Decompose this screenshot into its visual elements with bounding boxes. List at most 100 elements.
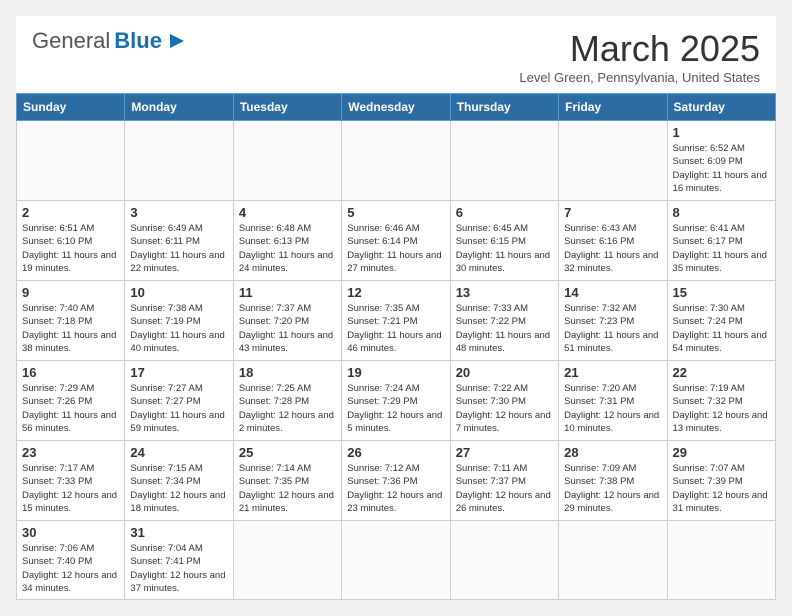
calendar-day-cell: 14 Sunrise: 7:32 AM Sunset: 7:23 PM Dayli…	[559, 281, 667, 361]
calendar-week-row: 23 Sunrise: 7:17 AM Sunset: 7:33 PM Dayli…	[17, 441, 776, 521]
day-number: 23	[22, 445, 119, 460]
weekday-header-monday: Monday	[125, 94, 233, 121]
logo-blue-text: Blue	[114, 28, 162, 54]
weekday-header-wednesday: Wednesday	[342, 94, 450, 121]
day-number: 8	[673, 205, 770, 220]
day-number: 2	[22, 205, 119, 220]
calendar-day-cell: 20Sunrise: 7:22 AM Sunset: 7:30 PM Dayli…	[450, 361, 558, 441]
calendar-day-cell: 26 Sunrise: 7:12 AM Sunset: 7:36 PM Dayli…	[342, 441, 450, 521]
calendar-day-cell: 12Sunrise: 7:35 AM Sunset: 7:21 PM Dayli…	[342, 281, 450, 361]
calendar-day-cell: 17 Sunrise: 7:27 AM Sunset: 7:27 PM Dayli…	[125, 361, 233, 441]
day-info: Sunrise: 7:27 AM Sunset: 7:27 PM Dayligh…	[130, 382, 227, 435]
weekday-header-row: SundayMondayTuesdayWednesdayThursdayFrid…	[17, 94, 776, 121]
calendar-day-cell	[233, 521, 341, 600]
day-info: Sunrise: 7:04 AM Sunset: 7:41 PM Dayligh…	[130, 542, 227, 595]
day-number: 27	[456, 445, 553, 460]
day-number: 25	[239, 445, 336, 460]
calendar-day-cell: 24Sunrise: 7:15 AM Sunset: 7:34 PM Dayli…	[125, 441, 233, 521]
calendar-day-cell	[233, 121, 341, 201]
calendar-day-cell	[342, 121, 450, 201]
day-number: 1	[673, 125, 770, 140]
day-info: Sunrise: 7:20 AM Sunset: 7:31 PM Dayligh…	[564, 382, 661, 435]
calendar-day-cell	[559, 521, 667, 600]
day-info: Sunrise: 7:32 AM Sunset: 7:23 PM Dayligh…	[564, 302, 661, 355]
day-number: 18	[239, 365, 336, 380]
calendar-day-cell: 11 Sunrise: 7:37 AM Sunset: 7:20 PM Dayli…	[233, 281, 341, 361]
calendar-day-cell: 22Sunrise: 7:19 AM Sunset: 7:32 PM Dayli…	[667, 361, 775, 441]
day-info: Sunrise: 7:06 AM Sunset: 7:40 PM Dayligh…	[22, 542, 119, 595]
calendar-week-row: 30 Sunrise: 7:06 AM Sunset: 7:40 PM Dayli…	[17, 521, 776, 600]
weekday-header-saturday: Saturday	[667, 94, 775, 121]
day-info: Sunrise: 6:49 AM Sunset: 6:11 PM Dayligh…	[130, 222, 227, 275]
day-number: 4	[239, 205, 336, 220]
day-number: 19	[347, 365, 444, 380]
day-info: Sunrise: 7:07 AM Sunset: 7:39 PM Dayligh…	[673, 462, 770, 515]
day-info: Sunrise: 6:51 AM Sunset: 6:10 PM Dayligh…	[22, 222, 119, 275]
day-info: Sunrise: 7:15 AM Sunset: 7:34 PM Dayligh…	[130, 462, 227, 515]
calendar-table: SundayMondayTuesdayWednesdayThursdayFrid…	[16, 93, 776, 600]
weekday-header-sunday: Sunday	[17, 94, 125, 121]
calendar-week-row: 9Sunrise: 7:40 AM Sunset: 7:18 PM Daylig…	[17, 281, 776, 361]
calendar-day-cell: 6 Sunrise: 6:45 AM Sunset: 6:15 PM Daylig…	[450, 201, 558, 281]
logo-general-text: General	[32, 28, 110, 54]
calendar-day-cell: 21 Sunrise: 7:20 AM Sunset: 7:31 PM Dayli…	[559, 361, 667, 441]
day-number: 6	[456, 205, 553, 220]
day-number: 21	[564, 365, 661, 380]
day-number: 20	[456, 365, 553, 380]
logo: General Blue	[32, 28, 188, 54]
weekday-header-friday: Friday	[559, 94, 667, 121]
calendar-day-cell: 8 Sunrise: 6:41 AM Sunset: 6:17 PM Daylig…	[667, 201, 775, 281]
day-number: 11	[239, 285, 336, 300]
calendar-day-cell: 19Sunrise: 7:24 AM Sunset: 7:29 PM Dayli…	[342, 361, 450, 441]
calendar-day-cell: 13 Sunrise: 7:33 AM Sunset: 7:22 PM Dayli…	[450, 281, 558, 361]
day-info: Sunrise: 7:14 AM Sunset: 7:35 PM Dayligh…	[239, 462, 336, 515]
calendar-day-cell	[450, 521, 558, 600]
day-info: Sunrise: 7:37 AM Sunset: 7:20 PM Dayligh…	[239, 302, 336, 355]
calendar-day-cell	[559, 121, 667, 201]
calendar-day-cell: 2 Sunrise: 6:51 AM Sunset: 6:10 PM Daylig…	[17, 201, 125, 281]
day-info: Sunrise: 6:52 AM Sunset: 6:09 PM Dayligh…	[673, 142, 770, 195]
calendar-day-cell: 15 Sunrise: 7:30 AM Sunset: 7:24 PM Dayli…	[667, 281, 775, 361]
day-number: 13	[456, 285, 553, 300]
day-number: 14	[564, 285, 661, 300]
calendar-day-cell: 16Sunrise: 7:29 AM Sunset: 7:26 PM Dayli…	[17, 361, 125, 441]
day-info: Sunrise: 7:29 AM Sunset: 7:26 PM Dayligh…	[22, 382, 119, 435]
calendar-day-cell: 9Sunrise: 7:40 AM Sunset: 7:18 PM Daylig…	[17, 281, 125, 361]
calendar-day-cell: 25 Sunrise: 7:14 AM Sunset: 7:35 PM Dayli…	[233, 441, 341, 521]
day-info: Sunrise: 7:17 AM Sunset: 7:33 PM Dayligh…	[22, 462, 119, 515]
day-info: Sunrise: 7:09 AM Sunset: 7:38 PM Dayligh…	[564, 462, 661, 515]
day-info: Sunrise: 6:41 AM Sunset: 6:17 PM Dayligh…	[673, 222, 770, 275]
day-info: Sunrise: 7:35 AM Sunset: 7:21 PM Dayligh…	[347, 302, 444, 355]
month-title: March 2025	[519, 28, 760, 70]
day-info: Sunrise: 7:38 AM Sunset: 7:19 PM Dayligh…	[130, 302, 227, 355]
weekday-header-tuesday: Tuesday	[233, 94, 341, 121]
day-number: 10	[130, 285, 227, 300]
day-number: 7	[564, 205, 661, 220]
day-info: Sunrise: 6:46 AM Sunset: 6:14 PM Dayligh…	[347, 222, 444, 275]
calendar-day-cell	[125, 121, 233, 201]
day-number: 28	[564, 445, 661, 460]
day-info: Sunrise: 7:33 AM Sunset: 7:22 PM Dayligh…	[456, 302, 553, 355]
day-info: Sunrise: 7:12 AM Sunset: 7:36 PM Dayligh…	[347, 462, 444, 515]
day-info: Sunrise: 7:19 AM Sunset: 7:32 PM Dayligh…	[673, 382, 770, 435]
day-number: 30	[22, 525, 119, 540]
day-info: Sunrise: 6:48 AM Sunset: 6:13 PM Dayligh…	[239, 222, 336, 275]
title-area: March 2025 Level Green, Pennsylvania, Un…	[519, 28, 760, 85]
calendar-day-cell: 3 Sunrise: 6:49 AM Sunset: 6:11 PM Daylig…	[125, 201, 233, 281]
day-number: 3	[130, 205, 227, 220]
calendar-day-cell: 10 Sunrise: 7:38 AM Sunset: 7:19 PM Dayli…	[125, 281, 233, 361]
day-info: Sunrise: 6:45 AM Sunset: 6:15 PM Dayligh…	[456, 222, 553, 275]
calendar-day-cell	[17, 121, 125, 201]
calendar-day-cell: 23 Sunrise: 7:17 AM Sunset: 7:33 PM Dayli…	[17, 441, 125, 521]
day-info: Sunrise: 7:30 AM Sunset: 7:24 PM Dayligh…	[673, 302, 770, 355]
calendar-day-cell: 30 Sunrise: 7:06 AM Sunset: 7:40 PM Dayli…	[17, 521, 125, 600]
day-number: 15	[673, 285, 770, 300]
day-info: Sunrise: 6:43 AM Sunset: 6:16 PM Dayligh…	[564, 222, 661, 275]
day-number: 17	[130, 365, 227, 380]
day-number: 26	[347, 445, 444, 460]
logo-triangle-icon	[166, 30, 188, 52]
day-number: 5	[347, 205, 444, 220]
calendar-day-cell: 5 Sunrise: 6:46 AM Sunset: 6:14 PM Daylig…	[342, 201, 450, 281]
day-number: 29	[673, 445, 770, 460]
calendar-day-cell: 18Sunrise: 7:25 AM Sunset: 7:28 PM Dayli…	[233, 361, 341, 441]
